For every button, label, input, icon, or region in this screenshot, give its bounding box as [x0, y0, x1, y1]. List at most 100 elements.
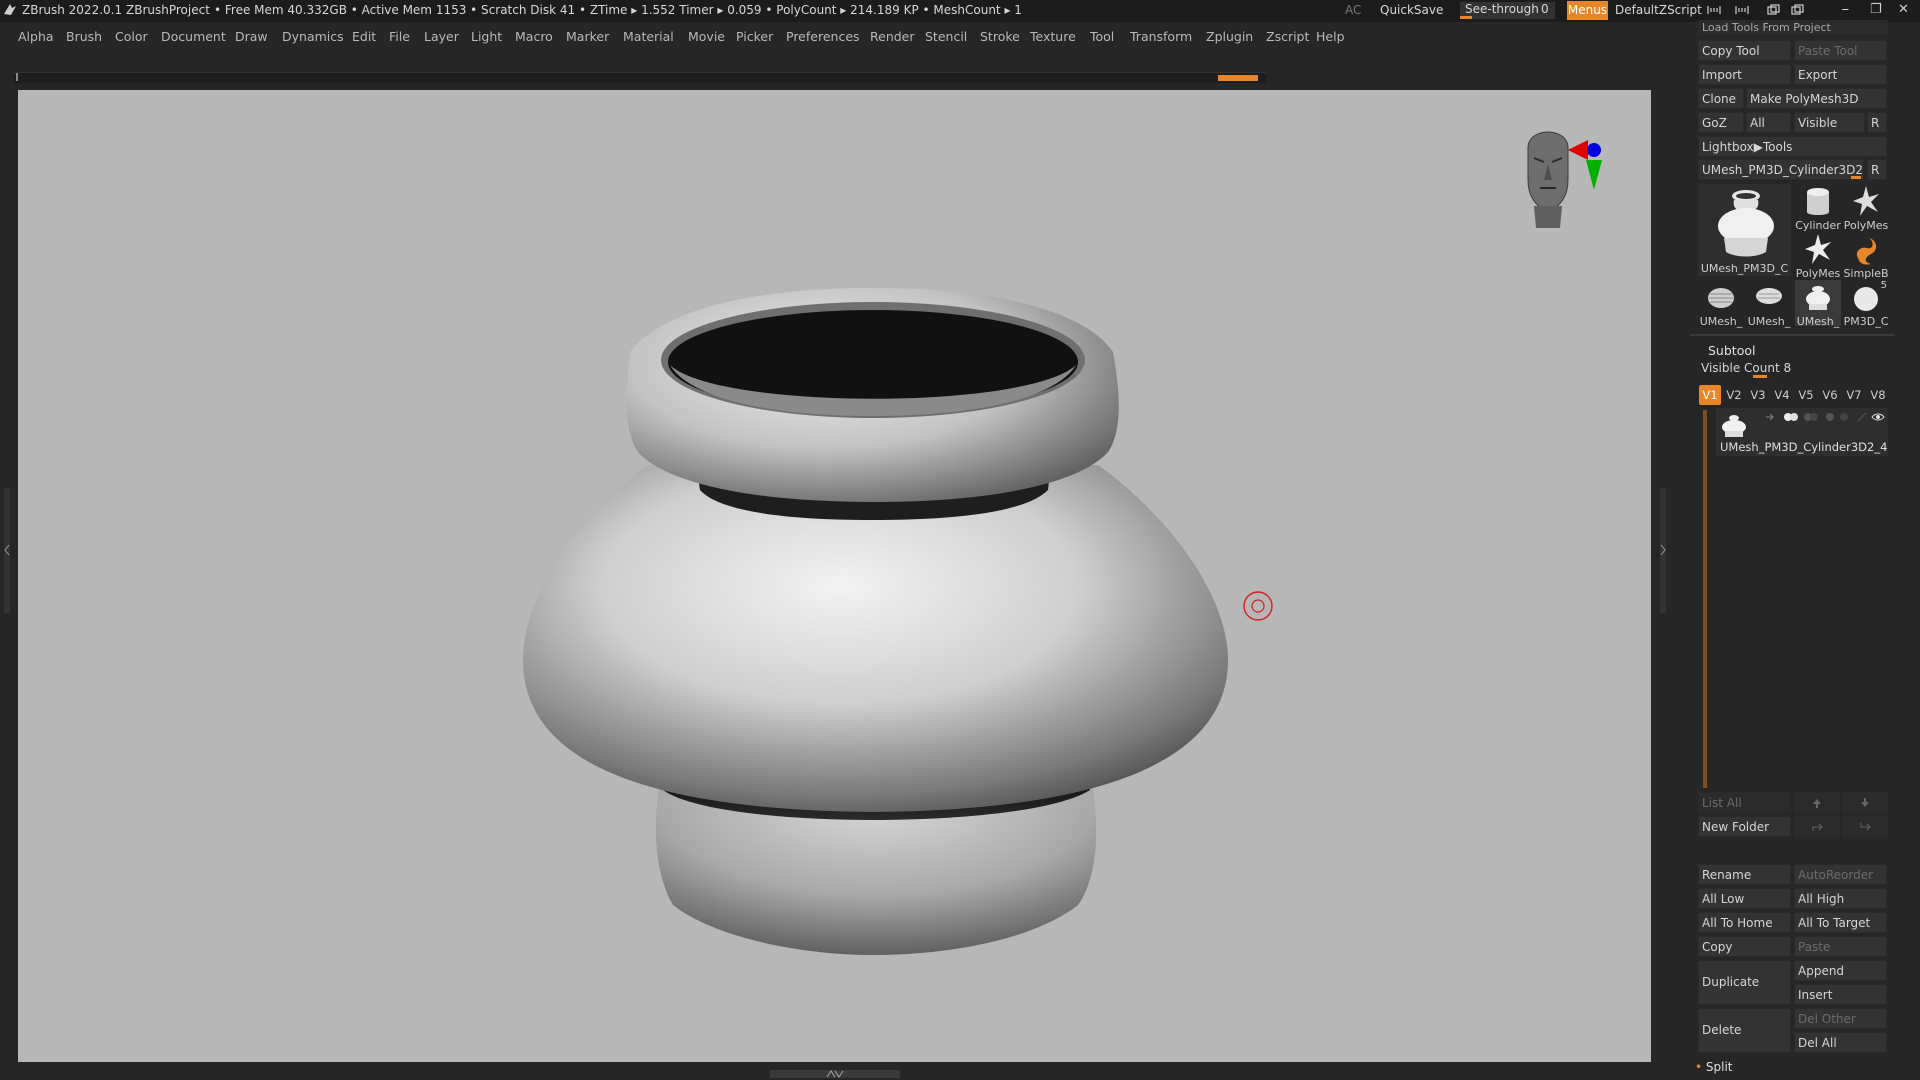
menu-draw[interactable]: Draw [235, 29, 268, 44]
folder-arrow-icon [1860, 823, 1871, 831]
all-to-home-button[interactable]: All To Home [1698, 912, 1791, 933]
menu-zscript[interactable]: Zscript [1266, 29, 1309, 44]
menu-alpha[interactable]: Alpha [18, 29, 54, 44]
tab-v3[interactable]: V3 [1747, 385, 1769, 405]
layout-icon[interactable] [1706, 3, 1826, 20]
bottom-tray-handle[interactable] [770, 1070, 900, 1078]
current-tool-fill [1851, 176, 1861, 179]
lightbox-tools-button[interactable]: Lightbox▶Tools [1698, 136, 1887, 157]
load-tools-from-project-button[interactable]: Load Tools From Project [1698, 20, 1888, 35]
menu-picker[interactable]: Picker [736, 29, 773, 44]
tool-thumb-cylinder[interactable]: Cylinder [1795, 184, 1841, 232]
menu-light[interactable]: Light [471, 29, 502, 44]
split-section[interactable]: • Split [1695, 1060, 1733, 1074]
copy-tool-button[interactable]: Copy Tool [1698, 40, 1791, 61]
navigation-head-icon[interactable] [1504, 118, 1614, 248]
menu-preferences[interactable]: Preferences [786, 29, 860, 44]
new-folder-button[interactable]: New Folder [1698, 816, 1791, 837]
autoreorder-button[interactable]: AutoReorder [1794, 864, 1887, 885]
rename-button[interactable]: Rename [1698, 864, 1791, 885]
subtool-scrollbar[interactable] [1703, 410, 1707, 788]
all-high-button[interactable]: All High [1794, 888, 1887, 909]
insert-button[interactable]: Insert [1794, 984, 1887, 1005]
menu-tool[interactable]: Tool [1090, 29, 1114, 44]
tool-thumb-polymesh-1[interactable]: PolyMes [1843, 184, 1889, 232]
tab-v6[interactable]: V6 [1819, 385, 1841, 405]
menu-stroke[interactable]: Stroke [980, 29, 1020, 44]
move-up-button[interactable] [1794, 792, 1840, 813]
menu-stencil[interactable]: Stencil [925, 29, 967, 44]
append-button[interactable]: Append [1794, 960, 1887, 981]
del-other-button[interactable]: Del Other [1794, 1008, 1887, 1029]
tool-thumb-umesh-1[interactable]: UMesh_ [1698, 280, 1744, 328]
tool-thumb-simplebrush[interactable]: SimpleB [1843, 232, 1889, 280]
left-tray-handle[interactable] [4, 488, 10, 613]
delete-button[interactable]: Delete [1698, 1008, 1791, 1053]
make-polymesh3d-button[interactable]: Make PolyMesh3D [1746, 88, 1887, 109]
import-button[interactable]: Import [1698, 64, 1791, 85]
restore-icon[interactable]: ❐ [1870, 2, 1882, 17]
menu-zplugin[interactable]: Zplugin [1206, 29, 1253, 44]
export-button[interactable]: Export [1794, 64, 1887, 85]
menu-file[interactable]: File [389, 29, 410, 44]
folder-in-button[interactable] [1794, 816, 1840, 837]
all-low-button[interactable]: All Low [1698, 888, 1791, 909]
all-to-target-button[interactable]: All To Target [1794, 912, 1887, 933]
current-tool-slider[interactable]: UMesh_PM3D_Cylinder3D2_4 [1698, 159, 1864, 180]
menu-transform[interactable]: Transform [1130, 29, 1192, 44]
goz-r-button[interactable]: R [1867, 112, 1887, 133]
quicksave-button[interactable]: QuickSave [1380, 3, 1443, 17]
goz-visible-button[interactable]: Visible [1794, 112, 1865, 133]
viewport-canvas[interactable] [18, 90, 1651, 1062]
menu-macro[interactable]: Macro [515, 29, 553, 44]
tab-v4[interactable]: V4 [1771, 385, 1793, 405]
tool-thumb-polymesh-2[interactable]: PolyMes [1795, 232, 1841, 280]
menu-texture[interactable]: Texture [1030, 29, 1076, 44]
close-icon[interactable]: ✕ [1898, 2, 1909, 17]
menu-color[interactable]: Color [115, 29, 148, 44]
subtool-controls-icon[interactable] [1764, 411, 1886, 423]
seethrough-fill [1460, 16, 1472, 19]
subtool-title[interactable]: Subtool [1708, 343, 1755, 358]
del-all-button[interactable]: Del All [1794, 1032, 1887, 1053]
tab-v1[interactable]: V1 [1699, 385, 1721, 405]
menu-render[interactable]: Render [870, 29, 915, 44]
minimize-icon[interactable]: ⎯ [1842, 2, 1849, 17]
tool-thumb-umesh-2[interactable]: UMesh_ [1746, 280, 1792, 328]
menu-material[interactable]: Material [623, 29, 674, 44]
list-all-button[interactable]: List All [1698, 792, 1791, 813]
menu-layer[interactable]: Layer [424, 29, 459, 44]
goz-all-button[interactable]: All [1746, 112, 1791, 133]
menu-dynamics[interactable]: Dynamics [282, 29, 344, 44]
menu-brush[interactable]: Brush [66, 29, 102, 44]
subtool-item[interactable]: UMesh_PM3D_Cylinder3D2_4 [1716, 408, 1888, 456]
move-down-button[interactable] [1842, 792, 1888, 813]
menus-toggle[interactable]: Menus [1567, 1, 1608, 20]
tab-v5[interactable]: V5 [1795, 385, 1817, 405]
tab-v2[interactable]: V2 [1723, 385, 1745, 405]
current-tool-r-button[interactable]: R [1867, 159, 1887, 180]
mesh-thumbnail-icon [1708, 288, 1734, 308]
menu-edit[interactable]: Edit [352, 29, 376, 44]
clone-button[interactable]: Clone [1698, 88, 1744, 109]
folder-out-button[interactable] [1842, 816, 1888, 837]
menu-help[interactable]: Help [1316, 29, 1345, 44]
paste-button[interactable]: Paste [1794, 936, 1887, 957]
tool-thumb-pm3d[interactable]: 5 PM3D_C [1843, 280, 1889, 328]
tool-thumb-umesh-3[interactable]: UMesh_ [1795, 280, 1841, 328]
right-tray-handle[interactable] [1660, 488, 1666, 613]
goz-button[interactable]: GoZ [1698, 112, 1744, 133]
visible-count-slider[interactable]: Visible Count 8 [1698, 360, 1887, 378]
paste-tool-button[interactable]: Paste Tool [1794, 40, 1887, 61]
menu-bar: Alpha Brush Color Document Draw Dynamics Edit F… [0, 22, 1680, 52]
seethrough-slider[interactable]: See-through 0 [1460, 2, 1555, 19]
menu-document[interactable]: Document [161, 29, 226, 44]
tab-v7[interactable]: V7 [1843, 385, 1865, 405]
current-tool-thumbnail[interactable]: UMesh_PM3D_C [1698, 184, 1791, 276]
menu-marker[interactable]: Marker [566, 29, 609, 44]
duplicate-button[interactable]: Duplicate [1698, 960, 1791, 1005]
copy-button[interactable]: Copy [1698, 936, 1791, 957]
menu-movie[interactable]: Movie [688, 29, 725, 44]
tab-v8[interactable]: V8 [1867, 385, 1889, 405]
default-zscript-button[interactable]: DefaultZScript [1615, 3, 1702, 17]
